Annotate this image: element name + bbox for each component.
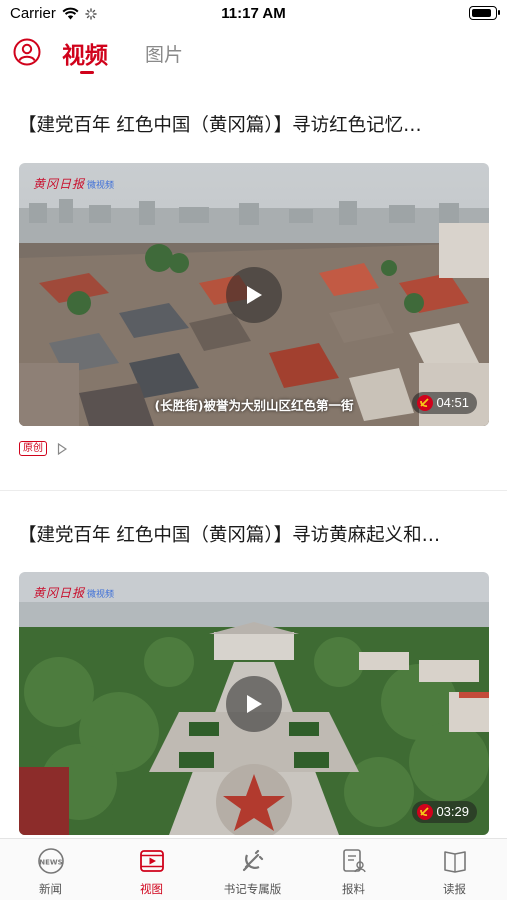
video-meta: 原创 <box>19 441 67 456</box>
tabbar-label: 报料 <box>342 882 365 896</box>
duration-text: 03:29 <box>436 804 469 819</box>
watermark-sub: 微视频 <box>87 590 115 600</box>
duration-badge: 04:51 <box>412 392 477 414</box>
tabbar-label: 书记专属版 <box>223 882 282 896</box>
video-title[interactable]: 【建党百年 红色中国（黄冈篇）】寻访黄麻起义和… <box>18 521 493 547</box>
watermark-sub: 微视频 <box>87 181 115 191</box>
party-emblem-icon <box>417 395 434 411</box>
play-button[interactable] <box>226 675 282 732</box>
top-nav: 视频 图片 <box>0 30 507 80</box>
party-emblem-icon <box>242 849 263 872</box>
card-divider <box>0 490 507 491</box>
play-count-icon <box>57 442 67 455</box>
video-thumbnail[interactable]: 黄冈日报 微视频 (长胜街)被誉为大别山区红色第一街 04:51 <box>19 163 489 426</box>
tab-video[interactable]: 视频 <box>62 36 108 70</box>
duration-text: 04:51 <box>436 395 469 410</box>
svg-text:NEWS: NEWS <box>39 859 62 867</box>
original-badge: 原创 <box>19 441 47 456</box>
active-tab-indicator <box>80 71 94 74</box>
battery-level-fill <box>472 9 491 17</box>
watermark-text: 黄冈日报 <box>33 586 86 600</box>
status-bar: Carrier 11:17 AM <box>0 0 507 28</box>
tabbar-label: 视图 <box>140 882 163 896</box>
play-icon <box>247 285 262 304</box>
tabbar-label: 读报 <box>443 882 466 896</box>
watermark-logo: 黄冈日报 微视频 <box>33 175 114 192</box>
video-play-icon <box>139 850 164 872</box>
watermark-text: 黄冈日报 <box>33 177 86 191</box>
newspaper-icon <box>443 851 466 873</box>
bottom-tab-bar: NEWS 新闻 视图 书记专属版 报料 读报 <box>0 838 507 900</box>
tabbar-item-report[interactable]: 报料 <box>303 839 404 900</box>
user-circle-icon[interactable] <box>13 38 41 66</box>
report-tip-icon <box>342 849 366 873</box>
tabbar-item-video[interactable]: 视图 <box>101 839 202 900</box>
video-thumbnail[interactable]: 黄冈日报 微视频 03:29 <box>19 572 489 835</box>
tab-photo[interactable]: 图片 <box>145 40 183 67</box>
status-time: 11:17 AM <box>221 5 286 22</box>
battery-icon <box>469 6 500 20</box>
duration-badge: 03:29 <box>412 801 477 823</box>
party-emblem-icon <box>417 804 434 820</box>
play-icon <box>247 694 262 713</box>
video-title[interactable]: 【建党百年 红色中国（黄冈篇）】寻访红色记忆… <box>18 111 493 137</box>
watermark-logo: 黄冈日报 微视频 <box>33 584 114 601</box>
tabbar-item-read-paper[interactable]: 读报 <box>404 839 505 900</box>
tabbar-label: 新闻 <box>39 882 62 896</box>
news-icon: NEWS <box>37 848 64 874</box>
tabbar-item-news[interactable]: NEWS 新闻 <box>0 839 101 900</box>
tabbar-item-secretary[interactable]: 书记专属版 <box>202 839 303 900</box>
play-button[interactable] <box>226 266 282 323</box>
